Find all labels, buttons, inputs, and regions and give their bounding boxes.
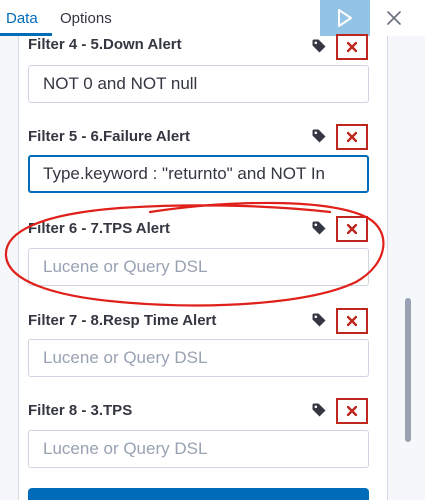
tag-icon[interactable] [311,312,327,328]
filter-label: Filter 5 - 6.Failure Alert [28,128,190,145]
tag-icon[interactable] [311,220,327,236]
filter-label: Filter 7 - 8.Resp Time Alert [28,312,217,329]
apply-button[interactable] [320,0,370,36]
remove-filter-button[interactable] [336,124,368,150]
cross-icon [347,224,357,234]
filter-query-input[interactable] [28,248,369,286]
remove-filter-button[interactable] [336,398,368,424]
remove-filter-button[interactable] [336,34,368,60]
tab-data[interactable]: Data [6,10,38,27]
filter-query-input[interactable] [28,339,369,377]
remove-filter-button[interactable] [336,308,368,334]
tag-icon[interactable] [311,402,327,418]
filter-label: Filter 6 - 7.TPS Alert [28,220,170,237]
top-bar: Data Options [0,0,425,36]
add-filter-button[interactable] [28,488,369,500]
filter-label: Filter 4 - 5.Down Alert [28,36,182,53]
filter-query-input[interactable] [28,430,369,468]
filter-label: Filter 8 - 3.TPS [28,402,133,419]
close-icon [387,11,401,25]
cross-icon [347,132,357,142]
cross-icon [347,406,357,416]
scrollbar-thumb[interactable] [405,298,411,442]
filter-query-input[interactable] [28,155,369,193]
tag-icon[interactable] [311,128,327,144]
play-icon [338,9,352,27]
tab-options[interactable]: Options [60,10,112,27]
cross-icon [347,316,357,326]
close-button[interactable] [384,8,404,28]
editor-sidebar: Data Options Filter 4 - 5.Down Alert Fil… [0,0,425,500]
cross-icon [347,42,357,52]
filter-query-input[interactable] [28,65,369,103]
tag-icon[interactable] [311,38,327,54]
remove-filter-button[interactable] [336,216,368,242]
